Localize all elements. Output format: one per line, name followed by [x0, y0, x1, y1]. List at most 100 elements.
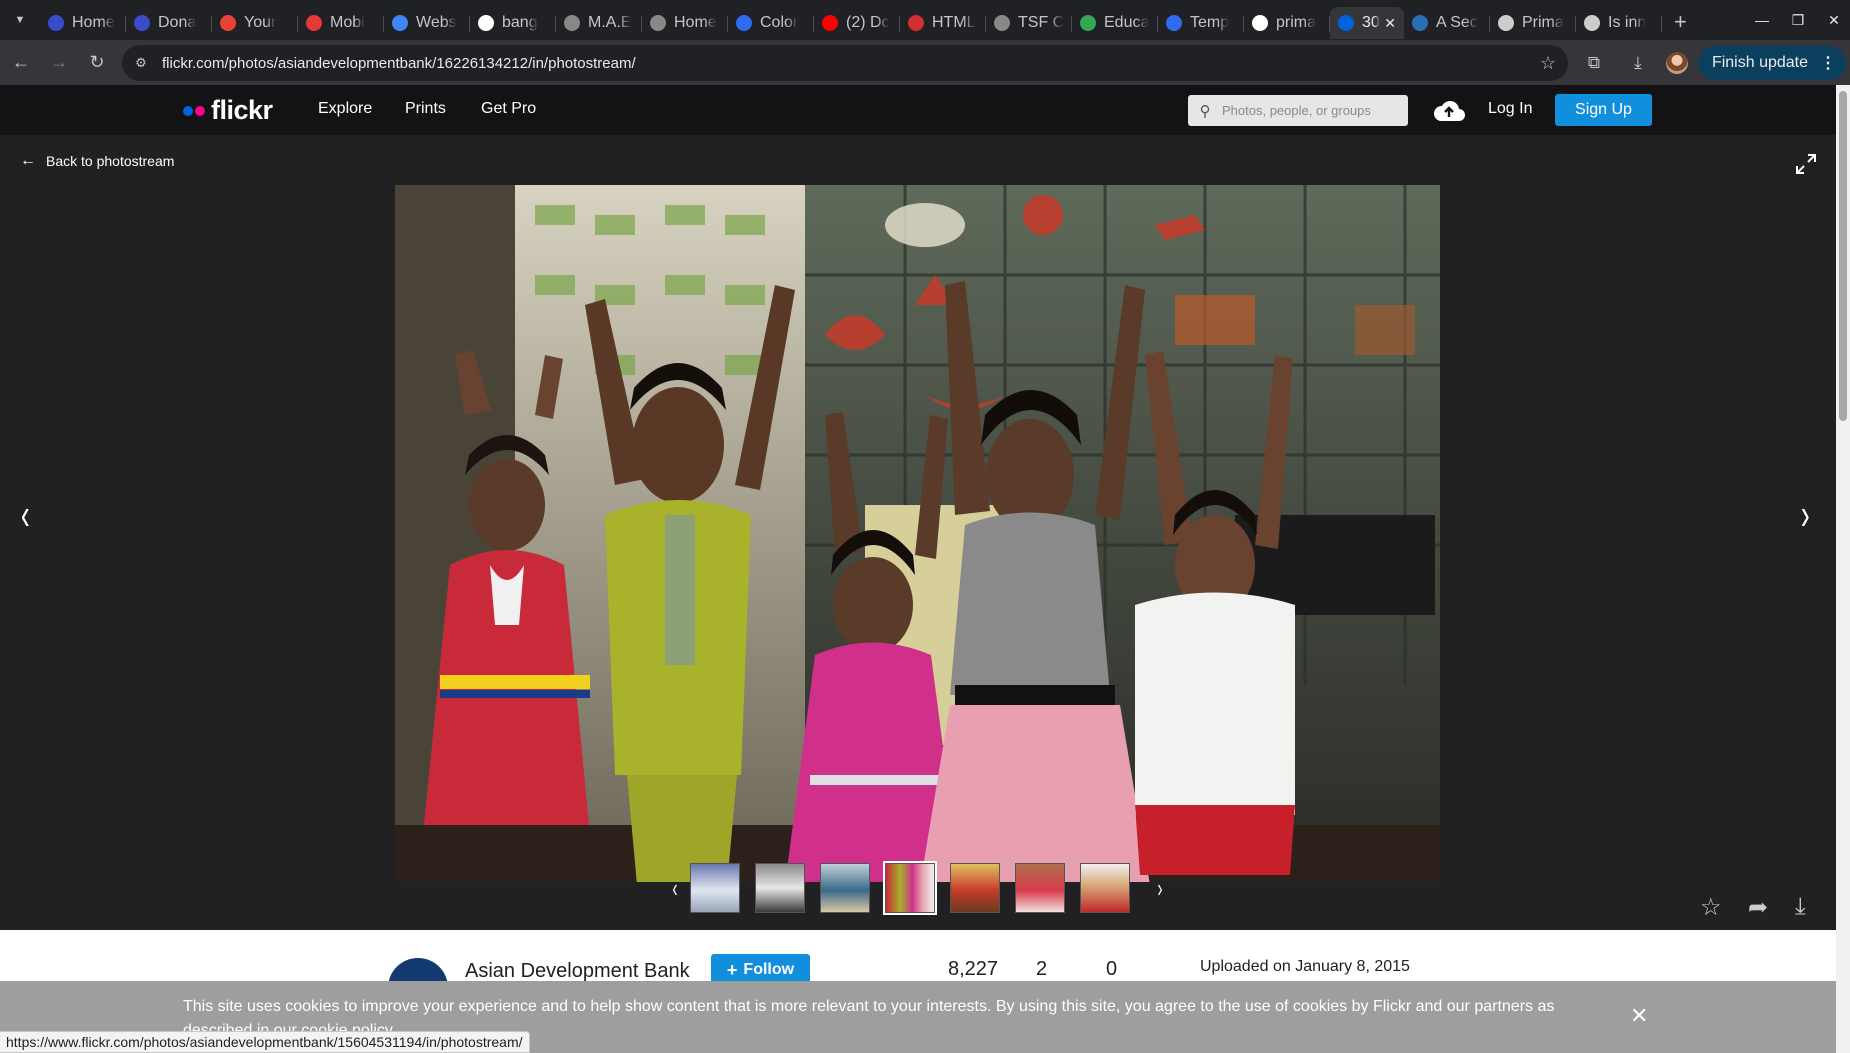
tab-title: Mobi [330, 14, 365, 31]
flickr-logo[interactable]: flickr [183, 95, 273, 126]
filmstrip-thumb-current[interactable] [883, 861, 937, 915]
scrollbar-thumb[interactable] [1839, 91, 1847, 421]
forward-arrow-icon[interactable]: → [42, 46, 76, 80]
browser-tab[interactable]: HTML [900, 7, 986, 39]
tab-search-button[interactable]: ▼ [6, 6, 34, 34]
browser-tab[interactable]: Mobi [298, 7, 384, 39]
tab-title: A Sec [1436, 14, 1478, 31]
browser-tab[interactable]: (2) Dc [814, 7, 900, 39]
photo-viewer: ← Back to photostream ‹ › ‹ › ☆ ➦ ⤓ [0, 135, 1836, 930]
browser-tab[interactable]: M.A.E [556, 7, 642, 39]
filmstrip-thumb-3[interactable] [820, 863, 870, 913]
previous-photo-arrow-icon[interactable]: ‹ [21, 490, 30, 540]
filmstrip-next-icon[interactable]: › [1151, 873, 1169, 904]
restore-icon[interactable]: ❐ [1782, 12, 1814, 29]
logo-blue-dot [183, 105, 193, 116]
tab-title: Color [760, 14, 799, 31]
close-tab-icon[interactable]: ✕ [1384, 15, 1396, 32]
browser-tab[interactable]: Your [212, 7, 298, 39]
filmstrip-thumb-1[interactable] [690, 863, 740, 913]
tab-title: (2) Dc [846, 14, 890, 31]
tab-title: Home [674, 14, 717, 31]
globe-icon [48, 15, 64, 31]
gmail-icon [220, 15, 236, 31]
tab-title: Home [72, 14, 115, 31]
faves-count: 2 [1036, 958, 1048, 980]
browser-tab[interactable]: Is inn [1576, 7, 1662, 39]
minimize-icon[interactable]: — [1746, 12, 1778, 28]
finish-update-label: Finish update [1711, 53, 1808, 71]
browser-tab[interactable]: Dona [126, 7, 212, 39]
views-count: 8,227 [948, 958, 999, 980]
browser-tab[interactable]: A Sec [1404, 7, 1490, 39]
address-bar[interactable]: ⚙ flickr.com/photos/asiandevelopmentbank… [122, 45, 1568, 81]
d-icon [908, 15, 924, 31]
extensions-icon[interactable]: ⧉ [1576, 53, 1612, 73]
doc-icon [1498, 15, 1514, 31]
browser-tab[interactable]: Temp [1158, 7, 1244, 39]
browser-tab[interactable]: Home [642, 7, 728, 39]
filmstrip-prev-icon[interactable]: ‹ [666, 873, 684, 904]
flickr-header: flickr Explore Prints Get Pro ⚲ Photos, … [0, 85, 1836, 135]
browser-tab[interactable]: prima [1244, 7, 1330, 39]
more-menu-icon[interactable]: ⋮ [1820, 53, 1836, 73]
google-icon [478, 15, 494, 31]
browser-tab[interactable]: Webs [384, 7, 470, 39]
upload-cloud-icon[interactable] [1432, 97, 1466, 123]
filmstrip-thumb-7[interactable] [1080, 863, 1130, 913]
triangle-icon [1080, 15, 1096, 31]
tab-title: M.A.E [588, 14, 632, 31]
finish-update-button[interactable]: Finish update ⋮ [1697, 45, 1846, 80]
login-link[interactable]: Log In [1488, 100, 1532, 118]
owner-name[interactable]: Asian Development Bank [465, 960, 690, 983]
arrow-left-icon: ← [20, 152, 36, 169]
globe-icon [650, 15, 666, 31]
filmstrip-thumb-2[interactable] [755, 863, 805, 913]
browser-tab[interactable]: TSF C [986, 7, 1072, 39]
download-icon[interactable]: ⤓ [1620, 53, 1656, 73]
browser-tab[interactable]: 30 ✕ [1330, 7, 1404, 39]
nav-prints[interactable]: Prints [405, 100, 446, 118]
reload-icon[interactable]: ↻ [80, 46, 114, 80]
next-photo-arrow-icon[interactable]: › [1801, 490, 1810, 540]
upload-date: Uploaded on January 8, 2015 [1200, 958, 1410, 975]
new-tab-button[interactable]: + [1674, 9, 1687, 35]
browser-tab[interactable]: Home [40, 7, 126, 39]
bookmark-star-icon[interactable]: ☆ [1540, 53, 1556, 74]
favorite-star-icon[interactable]: ☆ [1700, 893, 1722, 922]
toolbar-actions: ⧉ ⤓ Finish update ⋮ [1568, 40, 1850, 85]
nav-get-pro[interactable]: Get Pro [481, 100, 536, 118]
comments-count: 0 [1106, 958, 1118, 980]
back-arrow-icon[interactable]: ← [4, 46, 38, 80]
window-controls: — ❐ ✕ [1742, 0, 1850, 40]
filmstrip-thumb-5[interactable] [950, 863, 1000, 913]
tab-title: Your [244, 14, 277, 31]
google-icon [1252, 15, 1268, 31]
canva-icon [1166, 15, 1182, 31]
main-photo[interactable] [395, 185, 1440, 882]
back-to-photostream-link[interactable]: ← Back to photostream [20, 152, 174, 170]
download-photo-icon[interactable]: ⤓ [1795, 893, 1806, 921]
fullscreen-icon[interactable] [1795, 153, 1817, 175]
filmstrip-thumb-6[interactable] [1015, 863, 1065, 913]
search-icon: ⚲ [1199, 102, 1211, 120]
search-input[interactable]: ⚲ Photos, people, or groups [1188, 95, 1408, 126]
close-window-icon[interactable]: ✕ [1818, 12, 1850, 29]
browser-toolbar: ← → ↻ ⚙ flickr.com/photos/asiandevelopme… [0, 40, 1850, 85]
profile-avatar[interactable] [1665, 51, 1688, 74]
browser-tab[interactable]: bang [470, 7, 556, 39]
link-hover-status: https://www.flickr.com/photos/asiandevel… [0, 1031, 530, 1053]
browser-tab[interactable]: Educa [1072, 7, 1158, 39]
tab-title: Prima [1522, 14, 1564, 31]
nav-explore[interactable]: Explore [318, 100, 372, 118]
site-info-icon[interactable]: ⚙ [132, 55, 150, 71]
back-label: Back to photostream [46, 153, 175, 169]
close-icon[interactable]: ✕ [1630, 1003, 1648, 1029]
page-scrollbar[interactable] [1836, 85, 1850, 1053]
tab-title: prima [1276, 14, 1317, 31]
signup-button[interactable]: Sign Up [1555, 94, 1652, 126]
photostream-filmstrip: ‹ › [660, 861, 1175, 915]
browser-tab[interactable]: Prima [1490, 7, 1576, 39]
browser-tab[interactable]: Color [728, 7, 814, 39]
share-icon[interactable]: ➦ [1748, 893, 1768, 922]
